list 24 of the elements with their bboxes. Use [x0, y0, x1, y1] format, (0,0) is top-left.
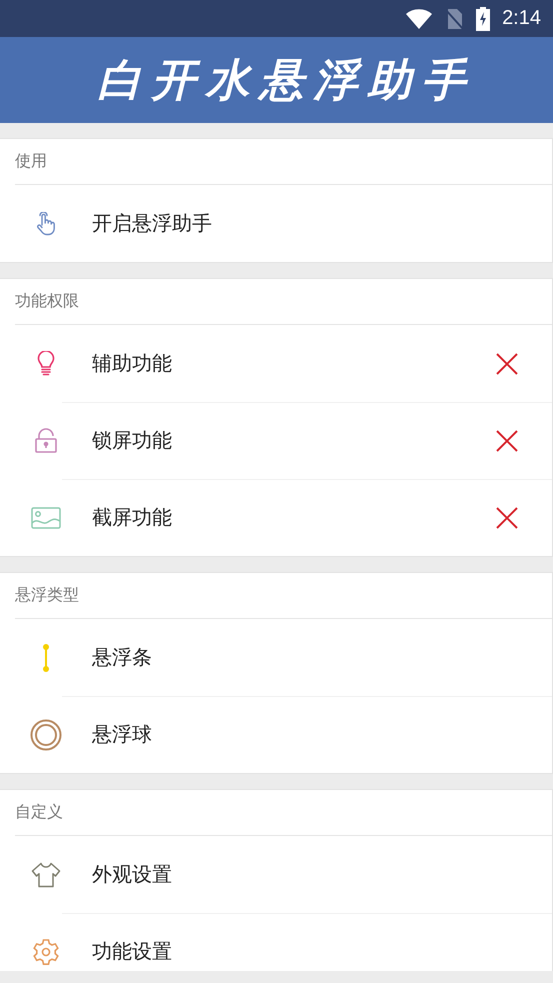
handle-bar-icon — [42, 642, 50, 672]
lightbulb-icon — [37, 350, 55, 376]
settings-item[interactable]: 开启悬浮助手 — [92, 210, 552, 237]
padlock-icon — [34, 428, 58, 454]
settings-item[interactable]: 外观设置 — [92, 861, 552, 888]
section-title: 自定义 — [15, 802, 63, 823]
t-shirt-icon — [31, 862, 61, 888]
settings-item[interactable]: 功能设置 — [92, 938, 552, 965]
section-title: 悬浮类型 — [15, 585, 79, 606]
section-title: 功能权限 — [15, 291, 79, 312]
image-icon — [31, 506, 61, 528]
pointing-hand-icon — [35, 212, 57, 236]
settings-item[interactable]: 悬浮球 — [92, 721, 552, 748]
app-title: 白开水悬浮助手 — [96, 54, 476, 108]
settings-item[interactable]: 锁屏功能 — [92, 427, 496, 454]
section-title: 使用 — [15, 151, 47, 172]
settings-item[interactable]: 悬浮条 — [92, 644, 552, 671]
settings-item[interactable]: 截屏功能 — [92, 504, 496, 531]
gear-icon — [32, 938, 60, 966]
battery-charging-icon — [476, 6, 490, 30]
ball-icon — [30, 718, 62, 750]
settings-item[interactable]: 辅助功能 — [92, 350, 496, 377]
clock-text: 2:14 — [502, 7, 541, 30]
wifi-icon — [406, 8, 432, 28]
